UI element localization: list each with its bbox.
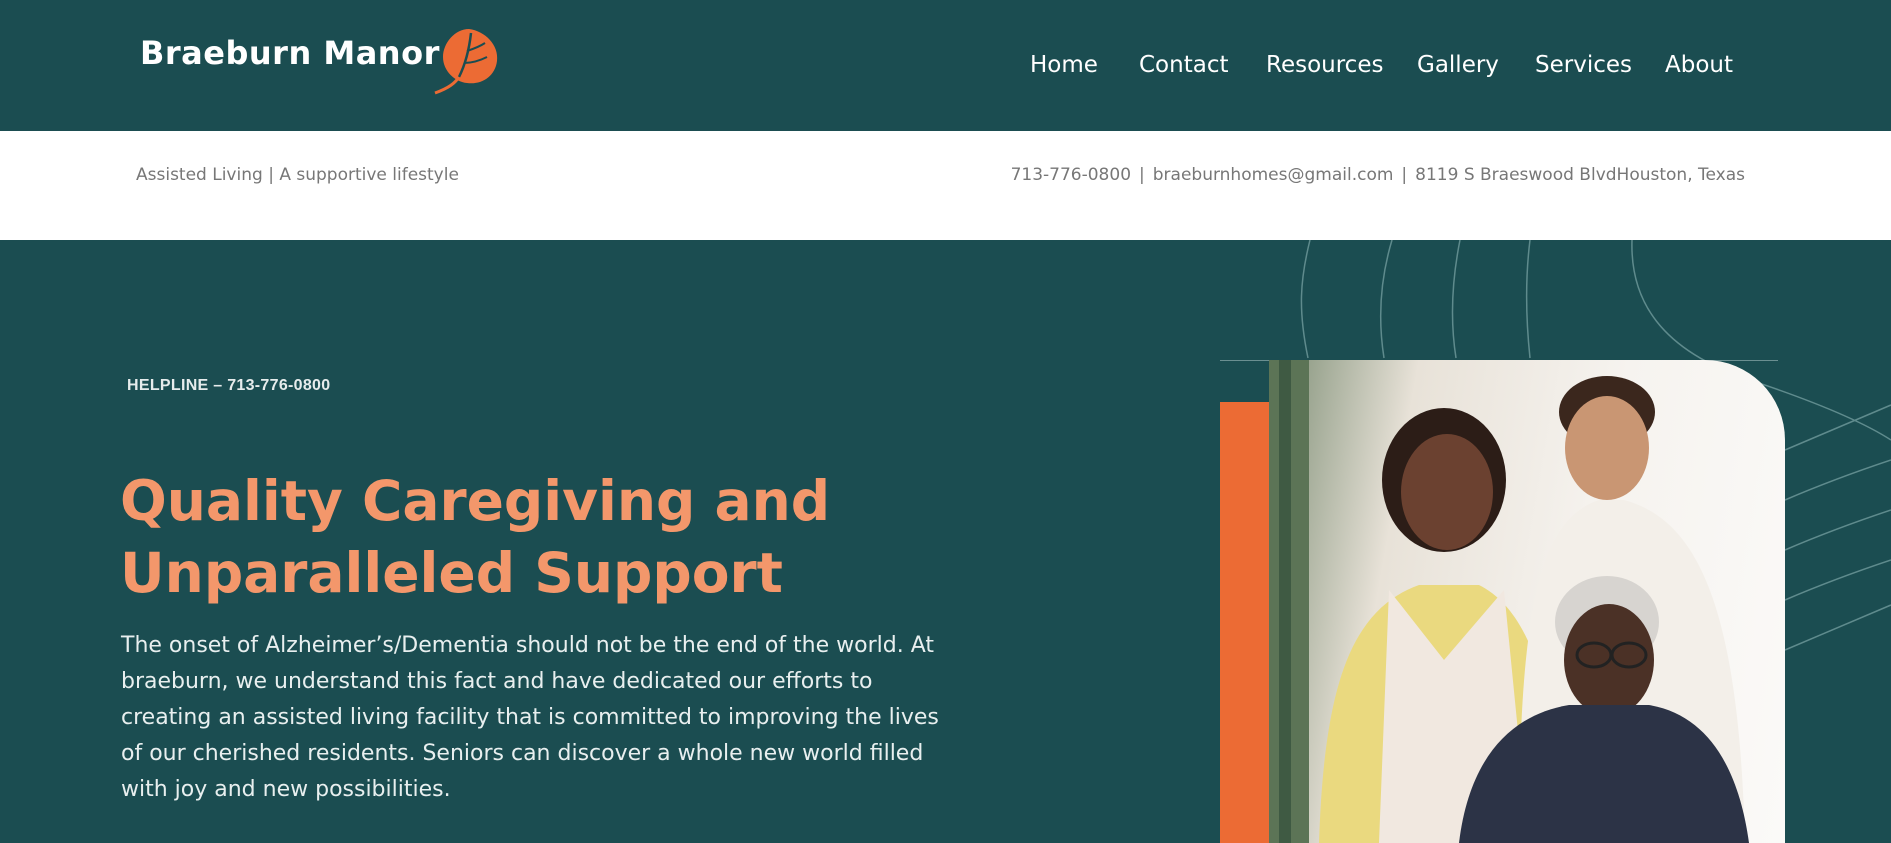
separator: |	[1401, 165, 1408, 185]
site-header: Braeburn Manor Home Contact Resources Ga…	[0, 0, 1891, 131]
hero-headline: Quality Caregiving and Unparalleled Supp…	[120, 465, 940, 609]
email-link[interactable]: braeburnhomes@gmail.com	[1153, 165, 1394, 185]
nav-gallery[interactable]: Gallery	[1417, 52, 1499, 78]
hero-description: The onset of Alzheimer’s/Dementia should…	[121, 633, 939, 802]
nav-contact[interactable]: Contact	[1139, 52, 1228, 78]
main-nav: Home Contact Resources Gallery Services …	[0, 52, 1891, 88]
nav-services[interactable]: Services	[1535, 52, 1632, 78]
address-text: 8119 S Braeswood BlvdHouston, Texas	[1415, 165, 1745, 185]
headline-line-1: Quality Caregiving and	[120, 469, 831, 533]
headline-line-2: Unparalleled Support	[120, 541, 783, 605]
helpline-text: HELPLINE – 713-776-0800	[127, 377, 331, 394]
contact-info: 713-776-0800 | braeburnhomes@gmail.com | 811…	[1011, 165, 1745, 185]
separator: |	[1139, 165, 1145, 185]
nav-home[interactable]: Home	[1030, 52, 1098, 78]
hero-image-block	[1220, 360, 1785, 843]
phone-link[interactable]: 713-776-0800	[1011, 165, 1131, 185]
nav-about[interactable]: About	[1665, 52, 1733, 78]
caregivers-photo	[1269, 360, 1785, 843]
nav-resources[interactable]: Resources	[1266, 52, 1383, 78]
hero-section: HELPLINE – 713-776-0800 Quality Caregivi…	[0, 240, 1891, 843]
info-bar: Assisted Living | A supportive lifestyle…	[0, 131, 1891, 240]
tagline: Assisted Living | A supportive lifestyle	[136, 165, 459, 185]
accent-bar	[1220, 402, 1269, 843]
